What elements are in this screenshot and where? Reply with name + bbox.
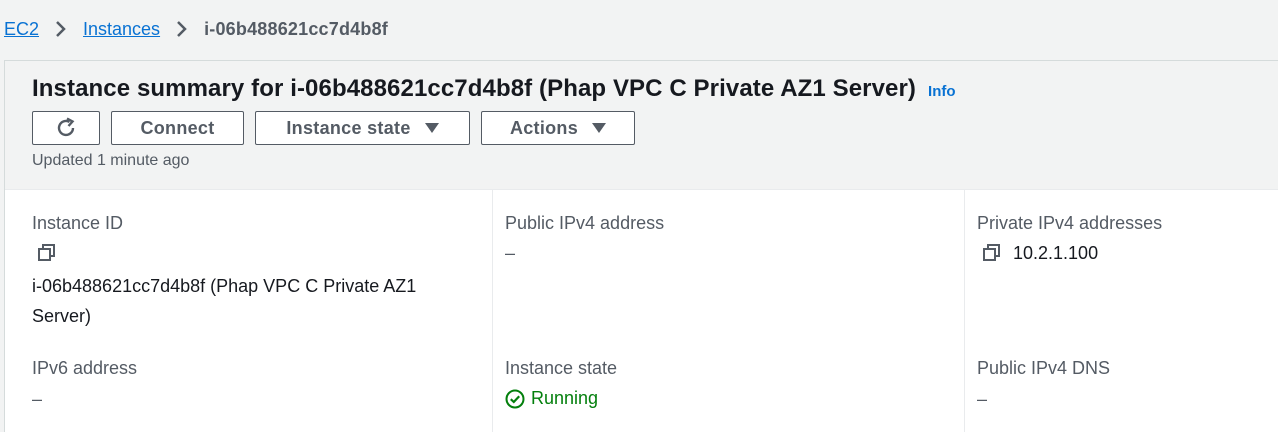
refresh-icon (54, 116, 78, 140)
info-link[interactable]: Info (928, 83, 956, 100)
details-column-1: Instance ID i-06b488621cc7d4b8f (Phap VP… (5, 189, 492, 432)
private-ipv4-value: 10.2.1.100 (1013, 243, 1099, 263)
copy-icon[interactable] (36, 242, 58, 264)
copy-icon[interactable] (981, 242, 1003, 264)
instance-id-value-line2: Server) (32, 306, 92, 326)
title-row: Instance summary for i-06b488621cc7d4b8f… (32, 75, 956, 103)
public-dns-label: Public IPv4 DNS (977, 358, 1111, 378)
details-column-2: Public IPv4 address – Instance state Run… (492, 189, 965, 432)
public-ipv4-label: Public IPv4 address (505, 213, 665, 233)
instance-id-value-line1: i-06b488621cc7d4b8f (Phap VPC C Private … (32, 276, 417, 296)
breadcrumb-current: i-06b488621cc7d4b8f (204, 18, 388, 39)
action-buttons: Connect Instance state Actions (32, 111, 635, 145)
instance-state-value: Running (531, 388, 599, 408)
breadcrumb-ec2[interactable]: EC2 (4, 19, 39, 40)
panel-header: Instance summary for i-06b488621cc7d4b8f… (5, 61, 1278, 190)
ipv6-label: IPv6 address (32, 358, 138, 378)
connect-label: Connect (140, 117, 215, 138)
instance-id-value: i-06b488621cc7d4b8f (Phap VPC C Private … (32, 271, 487, 331)
chevron-right-icon (55, 20, 67, 38)
details-column-3: Private IPv4 addresses 10.2.1.100 Public… (964, 189, 1278, 432)
chevron-right-icon (176, 20, 188, 38)
connect-button[interactable]: Connect (111, 111, 244, 145)
instance-state-field-label: Instance state (505, 358, 618, 378)
actions-label: Actions (509, 117, 579, 138)
instance-state-dropdown[interactable]: Instance state (255, 111, 470, 145)
instance-state-label: Instance state (286, 117, 411, 138)
updated-timestamp: Updated 1 minute ago (32, 152, 190, 169)
public-dns-value: – (977, 389, 988, 409)
instance-id-label: Instance ID (32, 213, 124, 233)
instance-state-status: Running (505, 388, 598, 409)
breadcrumb: EC2 Instances i-06b488621cc7d4b8f (4, 15, 388, 43)
page-title: Instance summary for i-06b488621cc7d4b8f… (32, 75, 917, 102)
caret-down-icon (592, 122, 607, 134)
public-ipv4-value: – (505, 243, 516, 263)
refresh-button[interactable] (32, 111, 100, 145)
breadcrumb-instances[interactable]: Instances (83, 19, 160, 40)
actions-dropdown[interactable]: Actions (481, 111, 635, 145)
caret-down-icon (424, 122, 439, 134)
status-success-icon (505, 389, 531, 409)
instance-summary-panel: Instance summary for i-06b488621cc7d4b8f… (4, 60, 1278, 432)
ipv6-value: – (32, 389, 43, 409)
private-ipv4-label: Private IPv4 addresses (977, 213, 1163, 233)
